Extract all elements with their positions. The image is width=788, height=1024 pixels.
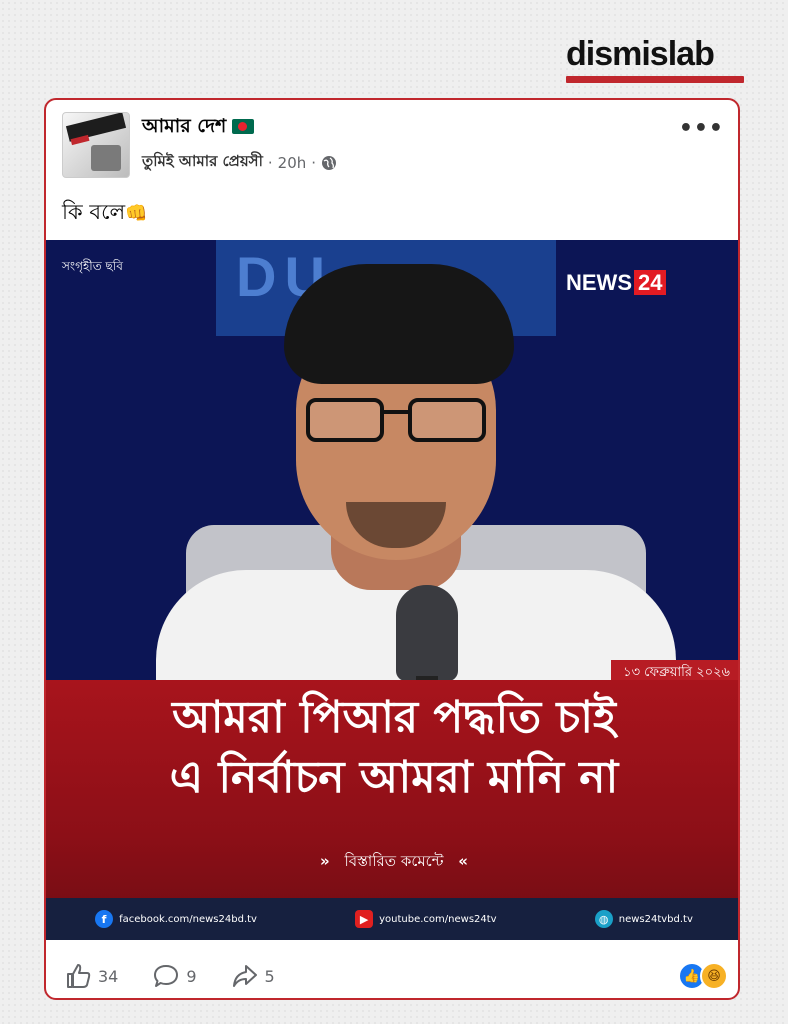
photo-credit: সংগৃহীত ছবি xyxy=(62,259,123,273)
page-name-row: আমার দেশ xyxy=(142,112,255,144)
headline-banner: আমরা পিআর পদ্ধতি চাই এ নির্বাচন আমরা মান… xyxy=(46,680,738,940)
thumbs-up-icon xyxy=(67,964,91,988)
facebook-post-card: আমার দেশ তুমিই আমার প্রেয়সী · 20h · •••… xyxy=(44,98,740,1000)
bangladesh-flag-icon xyxy=(232,119,255,134)
headline: আমরা পিআর পদ্ধতি চাই এ নির্বাচন আমরা মান… xyxy=(46,688,738,808)
reaction-summary[interactable]: 👍 😆 xyxy=(678,962,728,990)
comment-button[interactable]: 9 xyxy=(152,962,197,990)
microphone-icon xyxy=(396,585,458,681)
caption-text: কি বলে xyxy=(62,200,126,224)
share-button[interactable]: 5 xyxy=(231,962,275,990)
like-count: 34 xyxy=(98,966,119,986)
person-hair xyxy=(284,264,514,384)
page-avatar[interactable] xyxy=(62,112,130,178)
source-youtube: ▶ youtube.com/news24tv xyxy=(355,910,497,928)
details-in-comments: » বিস্তারিত কমেন্টে « xyxy=(46,850,738,875)
post-meta: তুমিই আমার প্রেয়সী · 20h · xyxy=(142,150,337,175)
chevron-left-icon: « xyxy=(458,852,468,870)
facebook-icon: f xyxy=(95,910,114,928)
like-button[interactable]: 34 xyxy=(64,962,118,990)
share-count: 5 xyxy=(264,966,275,986)
source-links-bar: f facebook.com/news24bd.tv ▶ youtube.com… xyxy=(46,898,738,940)
headline-line-1: আমরা পিআর পদ্ধতি চাই xyxy=(172,692,616,743)
brand-name: dismislab xyxy=(566,35,715,73)
glasses-icon xyxy=(306,398,486,444)
youtube-icon: ▶ xyxy=(355,910,374,928)
page-name[interactable]: আমার দেশ xyxy=(142,115,226,137)
globe-icon: ◍ xyxy=(594,910,613,928)
brand-underline xyxy=(566,76,744,83)
meta-separator: · xyxy=(267,153,273,172)
meta-separator: · xyxy=(311,153,317,172)
source-facebook: f facebook.com/news24bd.tv xyxy=(95,910,257,928)
haha-reaction-icon: 😆 xyxy=(700,962,728,990)
more-options-icon[interactable]: ••• xyxy=(679,116,724,141)
details-text: বিস্তারিত কমেন্টে xyxy=(344,852,444,870)
source-website: ◍ news24tvbd.tv xyxy=(594,910,693,928)
comment-count: 9 xyxy=(186,966,197,986)
comment-icon xyxy=(154,965,179,987)
post-caption: কি বলে👊 xyxy=(62,196,148,231)
share-icon xyxy=(232,965,257,987)
news24-logo: NEWS 24 xyxy=(566,270,667,296)
brand-logo: dismislab xyxy=(566,34,744,83)
post-header: আমার দেশ তুমিই আমার প্রেয়সী · 20h · ••• xyxy=(46,100,738,184)
post-time[interactable]: 20h xyxy=(278,154,307,172)
globe-icon xyxy=(322,155,337,170)
source-group-link[interactable]: তুমিই আমার প্রেয়সী xyxy=(142,150,263,175)
fist-emoji-icon: 👊 xyxy=(125,203,148,224)
post-image[interactable]: DU সংগৃহীত ছবি NEWS 24 ১৩ ফেব্রুয়ারি ২০২… xyxy=(46,240,738,940)
post-actions: 34 9 5 👍 😆 xyxy=(46,956,738,996)
headline-line-2: এ নির্বাচন আমরা মানি না xyxy=(169,752,619,803)
chevron-right-icon: » xyxy=(320,852,330,870)
